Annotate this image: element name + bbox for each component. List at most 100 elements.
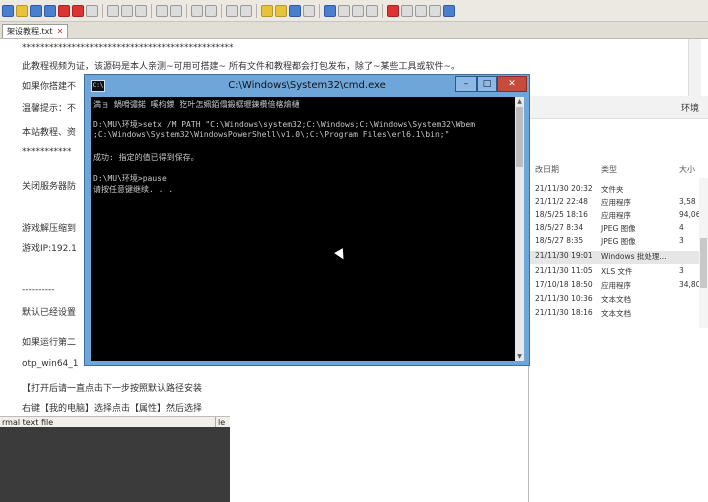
- minimize-button[interactable]: –: [455, 76, 477, 92]
- toolbar-separator: [319, 3, 320, 18]
- toolbar-separator: [186, 3, 187, 18]
- file-row[interactable]: 18/5/27 8:35 JPEG 图像 3: [529, 236, 708, 249]
- file-type: 文件夹: [601, 185, 624, 194]
- record-macro-icon[interactable]: [387, 4, 399, 17]
- file-date: 18/5/27 8:35: [535, 236, 584, 245]
- file-row[interactable]: 18/5/27 8:34 JPEG 图像 4: [529, 223, 708, 236]
- console-line: 成功: 指定的值已得到保存。: [93, 153, 199, 162]
- stop-macro-icon[interactable]: [401, 4, 413, 17]
- editor-line: 如果你搭建不: [22, 82, 77, 92]
- file-type: XLS 文件: [601, 267, 633, 276]
- close-tab-icon[interactable]: ✕: [57, 25, 64, 38]
- explorer-titlebar: 环境: [529, 96, 708, 119]
- tab-file-label: 架设教程.txt: [7, 27, 53, 36]
- toolbar-separator: [102, 3, 103, 18]
- explorer-window: 环境 改日期 类型 大小 21/11/30 20:32 文件夹 21/11/2 …: [528, 96, 708, 502]
- editor-line: 默认已经设置: [22, 308, 77, 318]
- notepad-tabbar: 架设教程.txt ✕: [0, 22, 708, 39]
- file-type: 文本文档: [601, 309, 631, 318]
- new-file-icon[interactable]: [2, 4, 14, 17]
- file-type: 应用程序: [601, 281, 631, 290]
- file-row[interactable]: 21/11/30 20:32 文件夹: [529, 184, 708, 197]
- console-output[interactable]: 満ョ 鍋嗗彇鍩 嗘枃鍐 犵叶怎姵銆傝鍛樼瓑鍊欑偣楁燴樋 D:\MU\环境>set…: [91, 97, 515, 361]
- file-row[interactable]: 21/11/30 11:05 XLS 文件 3: [529, 266, 708, 279]
- dark-background-area: [0, 427, 230, 502]
- redo-icon[interactable]: [170, 4, 182, 17]
- cmd-titlebar[interactable]: C:\ C:\Windows\System32\cmd.exe – □ ✕: [85, 75, 529, 97]
- file-date: 18/5/25 18:16: [535, 210, 588, 219]
- column-date[interactable]: 改日期: [535, 164, 559, 175]
- file-size: 4: [679, 223, 684, 232]
- save-all-icon[interactable]: [44, 4, 56, 17]
- cmd-window[interactable]: C:\ C:\Windows\System32\cmd.exe – □ ✕ 満ョ…: [84, 74, 530, 366]
- file-row[interactable]: 18/5/25 18:16 应用程序 94,06: [529, 210, 708, 223]
- file-size: 34,80: [679, 280, 701, 289]
- find-icon[interactable]: [191, 4, 203, 17]
- editor-line: 【打开后请一直点击下一步按照默认路径安装: [22, 384, 203, 394]
- run-macro-multiple-icon[interactable]: [429, 4, 441, 17]
- save-icon[interactable]: [30, 4, 42, 17]
- undo-icon[interactable]: [156, 4, 168, 17]
- file-date: 18/5/27 8:34: [535, 223, 584, 232]
- status-file-type: rmal text file: [2, 418, 54, 427]
- console-line: 请按任意键继续. . .: [93, 185, 174, 194]
- file-size: 3: [679, 236, 684, 245]
- print-icon[interactable]: [86, 4, 98, 17]
- close-button[interactable]: ✕: [497, 76, 527, 92]
- file-size: 3,58: [679, 197, 696, 206]
- play-macro-icon[interactable]: [415, 4, 427, 17]
- editor-line: ****************************************…: [22, 43, 234, 53]
- replace-icon[interactable]: [205, 4, 217, 17]
- maximize-button[interactable]: □: [477, 76, 497, 92]
- cmd-scroll-thumb[interactable]: [516, 107, 523, 167]
- zoom-in-icon[interactable]: [226, 4, 238, 17]
- explorer-scroll-thumb[interactable]: [700, 238, 707, 288]
- file-row[interactable]: 21/11/2 22:48 应用程序 3,58: [529, 197, 708, 210]
- open-folder-icon[interactable]: [16, 4, 28, 17]
- folder-workspace-icon[interactable]: [352, 4, 364, 17]
- file-date: 21/11/30 10:36: [535, 294, 593, 303]
- toolbar-separator: [382, 3, 383, 18]
- editor-line: ----------: [22, 285, 55, 295]
- file-row-selected[interactable]: 21/11/30 19:01 Windows 批处理...: [529, 251, 708, 264]
- explorer-scrollbar[interactable]: [699, 178, 708, 328]
- editor-line: ***********: [22, 147, 72, 157]
- file-row[interactable]: 17/10/18 18:50 应用程序 34,80: [529, 280, 708, 293]
- sync-scroll-icon[interactable]: [261, 4, 273, 17]
- file-type: 文本文档: [601, 295, 631, 304]
- word-wrap-icon[interactable]: [275, 4, 287, 17]
- cut-icon[interactable]: [107, 4, 119, 17]
- save-macro-icon[interactable]: [443, 4, 455, 17]
- file-row[interactable]: 21/11/30 10:36 文本文档: [529, 294, 708, 307]
- paste-icon[interactable]: [135, 4, 147, 17]
- file-date: 21/11/2 22:48: [535, 197, 588, 206]
- editor-line: 右键【我的电脑】选择点击【属性】然后选择: [22, 404, 203, 414]
- file-row[interactable]: 21/11/30 18:16 文本文档: [529, 308, 708, 321]
- close-file-icon[interactable]: [58, 4, 70, 17]
- function-list-icon[interactable]: [338, 4, 350, 17]
- monitoring-icon[interactable]: [366, 4, 378, 17]
- tab-file[interactable]: 架设教程.txt ✕: [2, 24, 69, 38]
- file-size: 3: [679, 266, 684, 275]
- explorer-title: 环境: [681, 104, 700, 114]
- editor-line: 如果运行第二: [22, 338, 77, 348]
- explorer-column-headers: 改日期 类型 大小: [529, 164, 708, 178]
- toolbar-separator: [151, 3, 152, 18]
- indent-guide-icon[interactable]: [303, 4, 315, 17]
- file-date: 21/11/30 20:32: [535, 184, 593, 193]
- file-date: 21/11/30 19:01: [535, 251, 593, 260]
- cmd-scrollbar[interactable]: ▲ ▼: [515, 97, 524, 361]
- copy-icon[interactable]: [121, 4, 133, 17]
- column-type[interactable]: 类型: [601, 164, 617, 175]
- file-size: 94,06: [679, 210, 701, 219]
- console-line: ;C:\Windows\System32\WindowsPowerShell\v…: [93, 130, 450, 139]
- show-all-chars-icon[interactable]: [289, 4, 301, 17]
- zoom-out-icon[interactable]: [240, 4, 252, 17]
- file-date: 17/10/18 18:50: [535, 280, 593, 289]
- scroll-up-icon[interactable]: ▲: [515, 97, 524, 106]
- close-all-icon[interactable]: [72, 4, 84, 17]
- doc-map-icon[interactable]: [324, 4, 336, 17]
- editor-line: 关闭服务器防: [22, 182, 77, 192]
- column-size[interactable]: 大小: [679, 164, 695, 175]
- scroll-down-icon[interactable]: ▼: [515, 352, 524, 361]
